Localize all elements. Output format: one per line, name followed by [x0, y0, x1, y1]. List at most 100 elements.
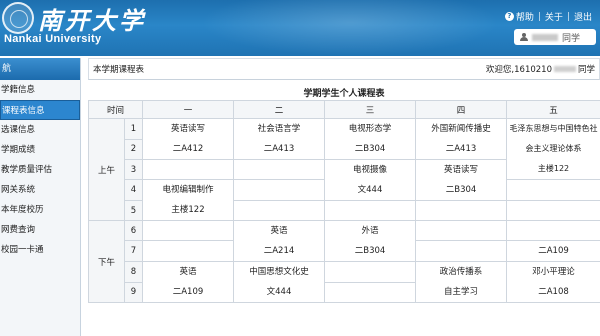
- sidebar-item-grades[interactable]: 学期成绩: [0, 140, 80, 160]
- empty-cell: [142, 240, 235, 262]
- sidebar-item-campus-card[interactable]: 校园一卡通: [0, 240, 80, 260]
- course-name: 英语: [179, 267, 197, 277]
- breadcrumb: 本学期课程表: [93, 65, 145, 75]
- course-cell: 中国思想文化史 文444: [233, 261, 326, 303]
- course-room: 二A108: [538, 287, 569, 297]
- course-cell: 毛泽东思想与中国特色社 会主义理论体系 主楼122: [506, 118, 600, 180]
- sidebar-item-network-fee[interactable]: 网费查询: [0, 220, 80, 240]
- course-cell: 英语读写 二B304: [415, 159, 508, 201]
- sidebar-item-student-info[interactable]: 学籍信息: [0, 80, 80, 100]
- user-suffix: 同学: [562, 33, 581, 44]
- course-room: 二A413: [445, 144, 477, 154]
- header-thursday: 四: [415, 100, 508, 119]
- university-name-cn: 南开大学: [38, 6, 146, 35]
- welcome-prefix: 欢迎您,1610210: [485, 65, 552, 75]
- row-number: 8: [123, 261, 144, 283]
- course-name: 英语读写: [444, 165, 479, 175]
- header-tuesday: 二: [233, 100, 326, 119]
- sidebar-item-calendar[interactable]: 本年度校历: [0, 200, 80, 220]
- header-decoration: [200, 0, 500, 56]
- help-label: 帮助: [515, 13, 534, 23]
- course-room: 二A214: [263, 246, 295, 256]
- course-cell: 外语 二B304: [324, 220, 417, 262]
- course-room: 主楼122: [537, 164, 570, 173]
- period-morning: 上午: [88, 118, 125, 221]
- about-link[interactable]: 关于: [545, 10, 563, 23]
- course-room: 二A109: [172, 287, 204, 297]
- university-name-en: Nankai University: [4, 33, 102, 45]
- course-name: 毛泽东思想与中国特色社: [509, 124, 598, 133]
- row-number: 5: [123, 200, 144, 221]
- table-row: 上午 1 英语读写 二A412 社会语言学 二A413 电视形态学 二B304 …: [88, 118, 600, 221]
- empty-cell: [142, 159, 235, 180]
- sidebar-item-gateway[interactable]: 网关系统: [0, 180, 80, 200]
- header-wednesday: 三: [324, 100, 417, 119]
- course-name: 英语: [270, 226, 288, 236]
- sidebar-item-schedule[interactable]: 课程表信息: [0, 100, 80, 120]
- schedule-table: 时间 一 二 三 四 五 上午 1 英语读写 二A412 社会语言学 二A413: [87, 100, 600, 303]
- empty-cell: [233, 159, 326, 180]
- course-room: 文444: [357, 185, 383, 195]
- sidebar-nav: 航 学籍信息 课程表信息 选课信息 学期成绩 教学质量评估 网关系统 本年度校历…: [0, 58, 81, 336]
- course-name: 邓小平理论: [532, 267, 575, 277]
- empty-cell: [324, 200, 417, 221]
- user-menu[interactable]: 同学: [514, 29, 596, 45]
- course-cell: 英语 二A214: [233, 220, 326, 262]
- empty-cell: [506, 200, 600, 221]
- help-icon: ?: [504, 12, 514, 21]
- course-cell: 英语 二A109: [142, 261, 235, 303]
- course-name: 外语: [361, 226, 379, 236]
- course-cell: 外国新闻传播史 二A413: [415, 118, 508, 160]
- course-cell: 邓小平理论 二A108: [506, 261, 600, 303]
- course-name-line2: 会主义理论体系: [525, 144, 582, 153]
- redacted-username: [532, 33, 558, 41]
- course-name: 社会语言学: [257, 124, 301, 134]
- course-cell: 二A109: [506, 240, 600, 262]
- course-name: 电视编辑制作: [162, 185, 214, 195]
- course-cell: 电视形态学 二B304: [324, 118, 417, 160]
- university-seal-icon: [2, 2, 34, 34]
- empty-cell: [233, 200, 326, 221]
- course-name: 电视摄像: [353, 165, 388, 175]
- row-number: 7: [123, 240, 144, 262]
- breadcrumb-bar: 本学期课程表 欢迎您,1610210 同学: [88, 58, 600, 80]
- course-cell: 电视编辑制作 主楼122: [142, 179, 235, 221]
- redacted-id: [553, 66, 576, 72]
- empty-cell: [233, 179, 326, 201]
- help-link[interactable]: ? 帮助: [504, 10, 534, 23]
- table-row: 下午 6 英语 二A214 外语 二B304: [88, 220, 600, 303]
- empty-cell: [142, 220, 235, 241]
- course-name: 外国新闻传播史: [431, 124, 491, 134]
- logout-link[interactable]: 退出: [574, 10, 592, 23]
- course-name: 政治传播系: [439, 267, 483, 277]
- row-number: 3: [123, 159, 144, 180]
- top-links: ? 帮助 | 关于 | 退出: [504, 10, 592, 23]
- sidebar-item-evaluation[interactable]: 教学质量评估: [0, 160, 80, 180]
- course-room: 自主学习: [444, 287, 479, 297]
- empty-cell: [415, 240, 508, 262]
- row-number: 9: [123, 281, 144, 303]
- course-room: 二B304: [354, 144, 386, 154]
- course-cell: 政治传播系 自主学习: [415, 261, 508, 303]
- user-icon: [520, 33, 528, 41]
- row-number: 4: [123, 179, 144, 201]
- course-name: 英语读写: [171, 124, 206, 134]
- divider: |: [566, 11, 570, 22]
- course-room: 文444: [266, 287, 292, 297]
- course-room: 二A412: [172, 144, 204, 154]
- course-room: 主楼122: [171, 205, 205, 215]
- empty-cell: [506, 179, 600, 201]
- course-cell: 社会语言学 二A413: [233, 118, 326, 160]
- empty-cell: [415, 200, 508, 221]
- course-cell: 电视摄像 文444: [324, 159, 417, 201]
- empty-cell: [324, 281, 417, 303]
- course-room: 二A109: [538, 246, 569, 256]
- course-name: 中国思想文化史: [249, 267, 309, 277]
- app-header: 南开大学 Nankai University ? 帮助 | 关于 | 退出 同学: [0, 0, 600, 56]
- empty-cell: [415, 220, 508, 241]
- course-cell: 英语读写 二A412: [142, 118, 235, 160]
- header-time: 时间: [87, 100, 144, 119]
- empty-cell: [506, 220, 600, 241]
- course-room: 二B304: [354, 246, 386, 256]
- sidebar-item-course-selection[interactable]: 选课信息: [0, 120, 80, 140]
